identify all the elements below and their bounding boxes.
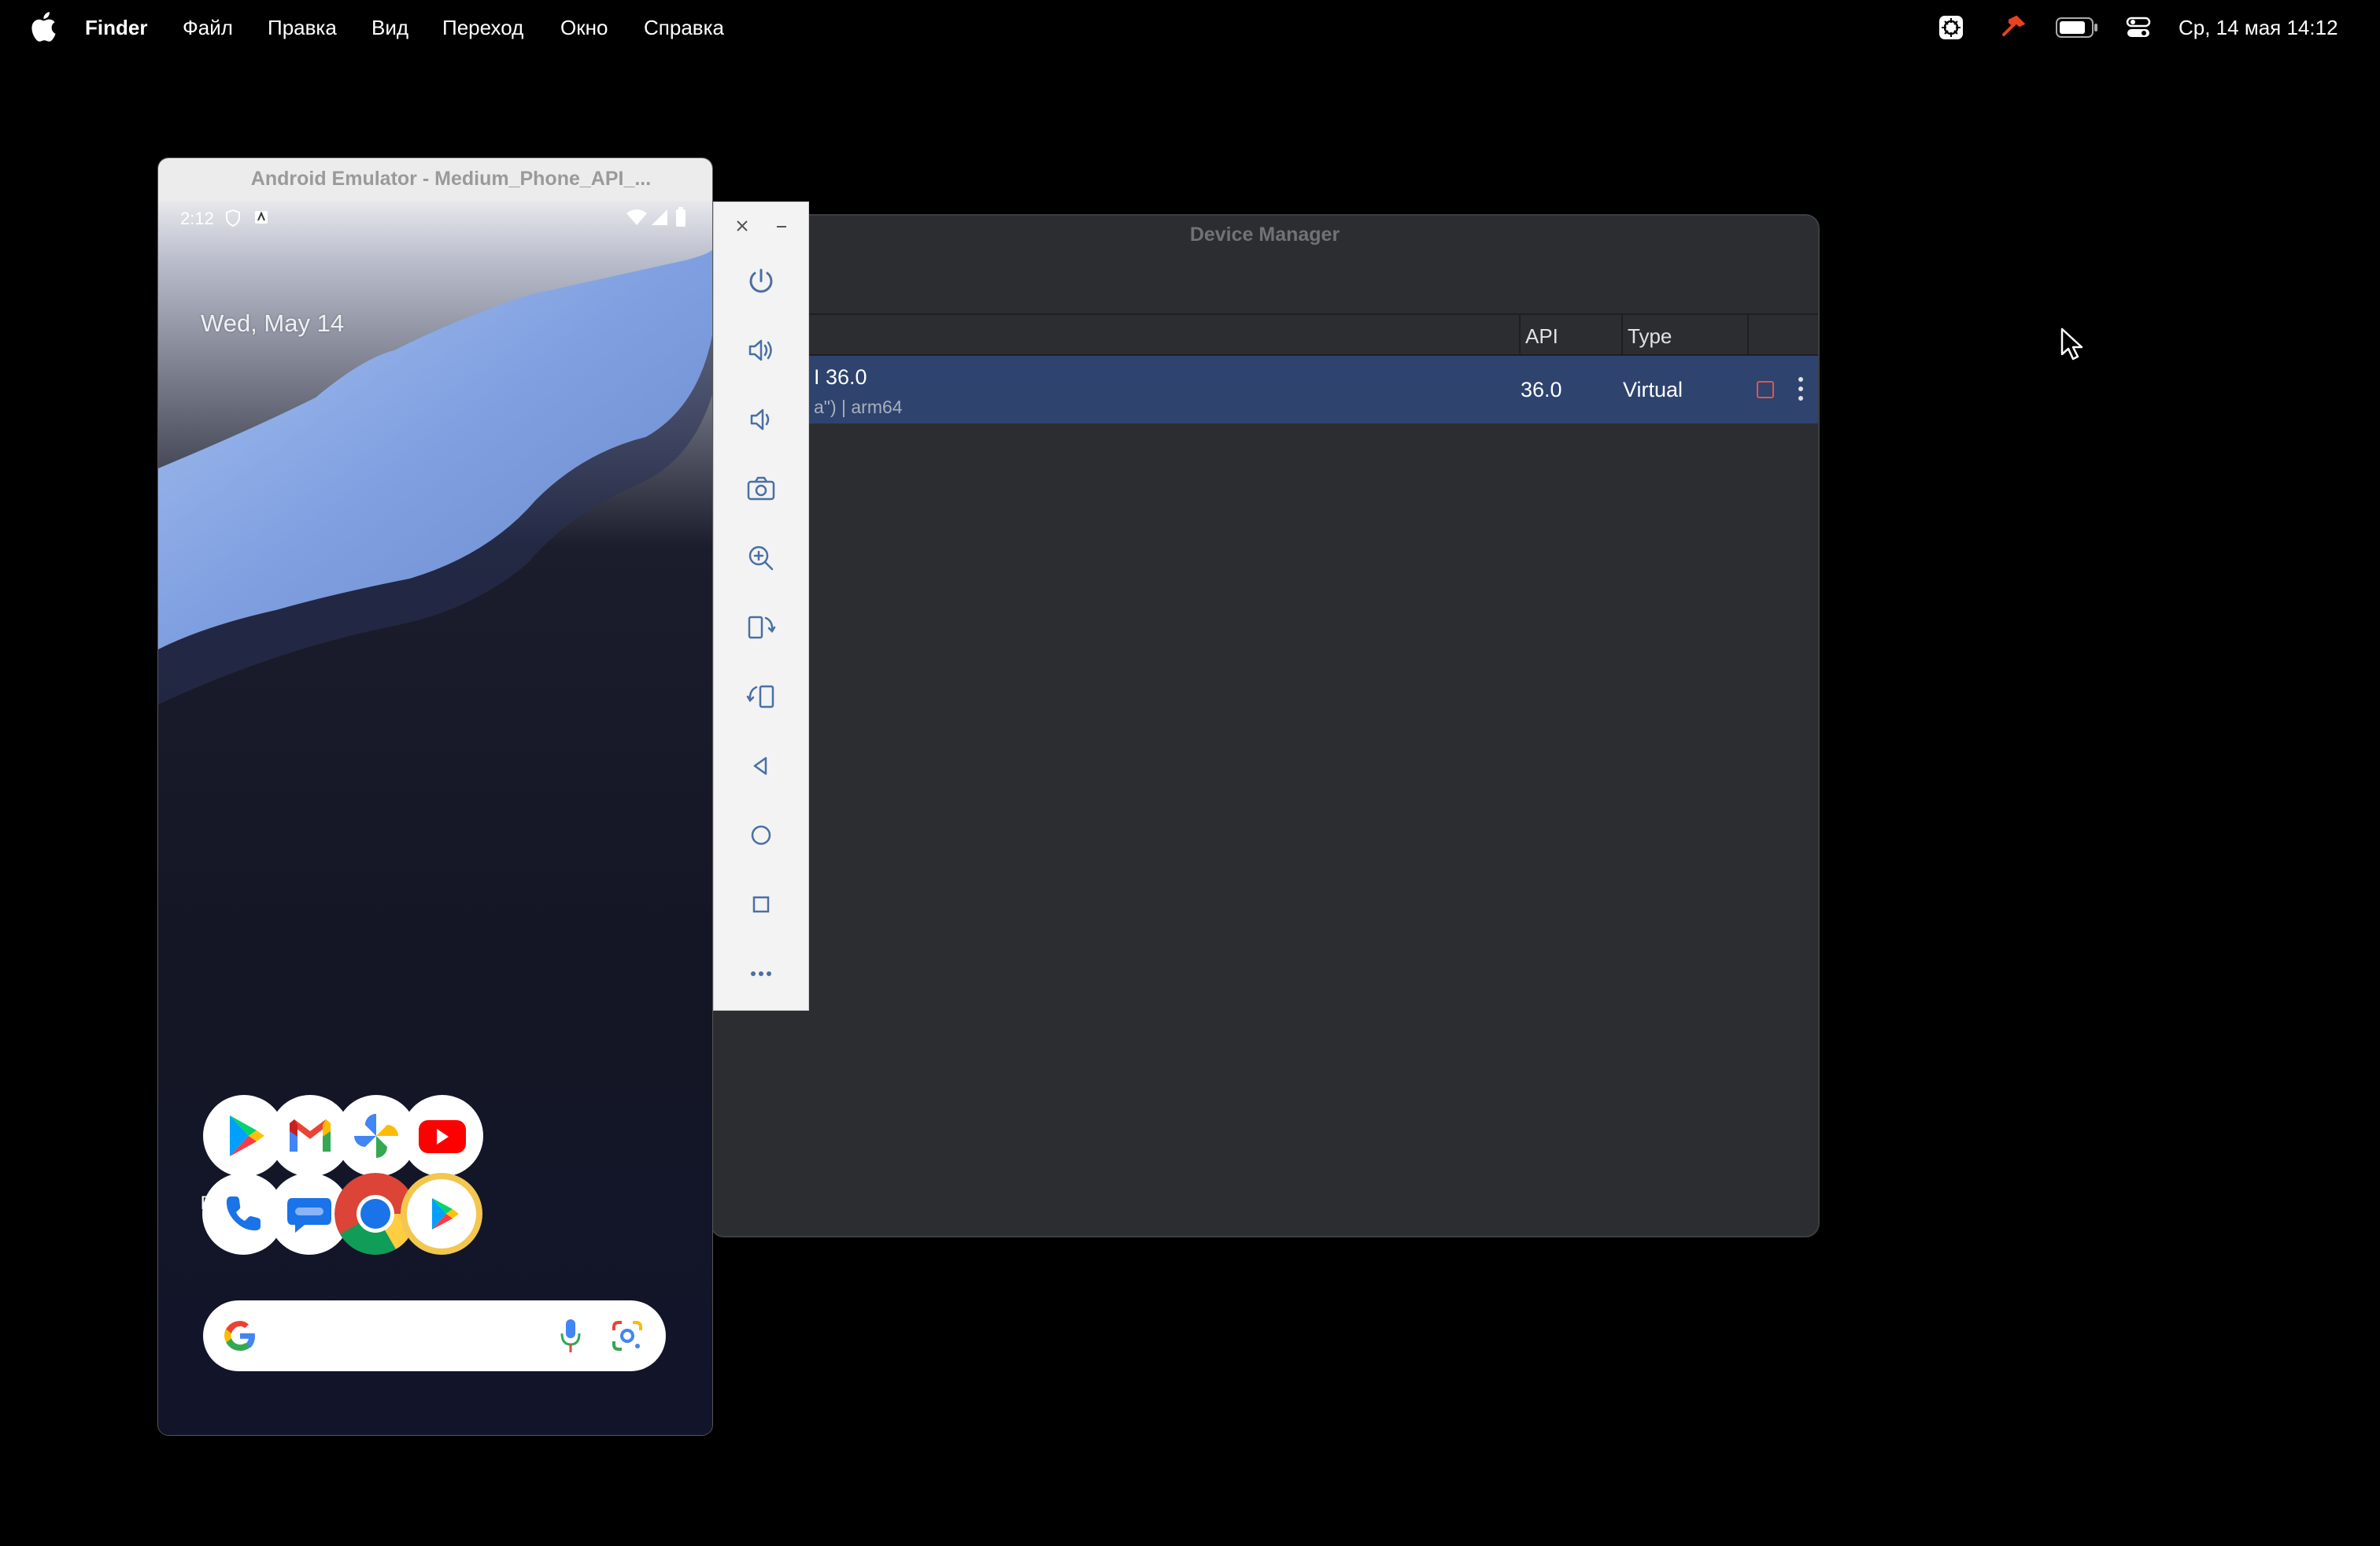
device-list-empty-area bbox=[711, 423, 1818, 1236]
rotate-left-icon bbox=[748, 616, 776, 639]
phone-battery-icon bbox=[676, 207, 686, 227]
cell-signal-icon bbox=[652, 209, 667, 225]
android-emulator-window: Android Emulator - Medium_Phone_API_... … bbox=[157, 157, 713, 1436]
menubar-clock[interactable]: Ср, 14 мая 14:12 bbox=[2179, 16, 2338, 40]
menu-item-go[interactable]: Переход bbox=[442, 16, 523, 40]
camera-icon bbox=[747, 476, 775, 501]
menu-item-file[interactable]: Файл bbox=[183, 16, 233, 40]
notification-icon bbox=[255, 211, 268, 224]
rotate-right-button[interactable] bbox=[741, 676, 782, 717]
app-phone-real[interactable] bbox=[185, 1331, 303, 1435]
more-icon bbox=[751, 971, 771, 976]
back-button[interactable] bbox=[741, 745, 782, 786]
overview-button[interactable] bbox=[741, 884, 782, 925]
device-manager-titlebar[interactable]: Device Manager bbox=[711, 216, 1818, 255]
close-icon[interactable] bbox=[731, 215, 753, 237]
device-row[interactable]: I 36.0 a") | arm64 36.0 Virtual bbox=[711, 356, 1818, 423]
app-label: YouTube bbox=[405, 1193, 480, 1214]
menu-bar: Finder Файл Правка Вид Переход Окно Спра… bbox=[0, 0, 2380, 57]
youtube-icon bbox=[419, 1120, 466, 1153]
overview-icon bbox=[752, 896, 770, 913]
device-manager-title: Device Manager bbox=[1189, 224, 1340, 246]
volume-up-button[interactable] bbox=[741, 330, 782, 371]
mouse-cursor-icon bbox=[2060, 327, 2083, 361]
device-details: a") | arm64 bbox=[814, 397, 903, 417]
more-options-button[interactable] bbox=[741, 953, 782, 994]
zoom-icon bbox=[748, 546, 774, 571]
menu-item-window[interactable]: Окно bbox=[560, 16, 608, 40]
screenshot-button[interactable] bbox=[741, 468, 782, 509]
volume-down-button[interactable] bbox=[741, 399, 782, 440]
control-center-icon[interactable] bbox=[2125, 14, 2152, 41]
column-separator[interactable] bbox=[1747, 315, 1749, 356]
screen-share-icon[interactable] bbox=[1938, 14, 1964, 41]
volume-down-icon bbox=[750, 409, 770, 431]
wallpaper bbox=[158, 250, 712, 705]
device-api: 36.0 bbox=[1521, 378, 1562, 401]
power-icon bbox=[749, 268, 773, 293]
home-button[interactable] bbox=[741, 815, 782, 856]
stop-device-button[interactable] bbox=[1757, 381, 1774, 398]
vpn-shield-icon bbox=[226, 209, 240, 227]
column-separator[interactable] bbox=[1621, 315, 1623, 356]
menu-item-edit[interactable]: Правка bbox=[268, 16, 337, 40]
home-icon bbox=[751, 825, 771, 845]
wifi-icon bbox=[626, 209, 647, 225]
emulator-title: Android Emulator - Medium_Phone_API_... bbox=[250, 168, 652, 190]
minimize-icon[interactable] bbox=[771, 215, 793, 237]
menu-item-view[interactable]: Вид bbox=[371, 16, 408, 40]
emulator-toolbar bbox=[713, 202, 809, 1011]
rotate-left-button[interactable] bbox=[741, 607, 782, 648]
column-separator[interactable] bbox=[1519, 315, 1521, 356]
app-youtube[interactable]: YouTube bbox=[383, 1095, 501, 1229]
zoom-button[interactable] bbox=[741, 538, 782, 579]
volume-up-icon bbox=[748, 339, 772, 361]
rotate-right-icon bbox=[746, 685, 774, 708]
back-icon bbox=[753, 756, 767, 775]
device-name: I 36.0 bbox=[814, 365, 867, 389]
column-header-api[interactable]: API bbox=[1525, 324, 1558, 349]
battery-icon[interactable] bbox=[2056, 17, 2098, 38]
hammer-icon[interactable] bbox=[1999, 14, 2026, 41]
device-manager-window: Device Manager API Type I 36.0 a") | arm… bbox=[710, 214, 1820, 1237]
emulator-titlebar[interactable]: Android Emulator - Medium_Phone_API_... bbox=[158, 158, 712, 201]
apple-logo-icon[interactable] bbox=[30, 11, 57, 43]
menu-item-help[interactable]: Справка bbox=[644, 16, 724, 40]
android-home-screen[interactable]: 2:12 Wed, May 14 Play Store Gmail Photos… bbox=[158, 201, 712, 1435]
device-manager-toolbar bbox=[711, 255, 1818, 315]
device-table-header: API Type bbox=[711, 315, 1818, 356]
device-type: Virtual bbox=[1623, 378, 1683, 401]
column-header-type[interactable]: Type bbox=[1628, 324, 1672, 349]
more-actions-icon[interactable] bbox=[1793, 373, 1809, 405]
status-time: 2:12 bbox=[180, 209, 214, 228]
power-button[interactable] bbox=[741, 261, 782, 301]
menu-app-name[interactable]: Finder bbox=[85, 16, 147, 40]
date-widget[interactable]: Wed, May 14 bbox=[201, 309, 344, 338]
status-bar: 2:12 bbox=[158, 201, 712, 235]
